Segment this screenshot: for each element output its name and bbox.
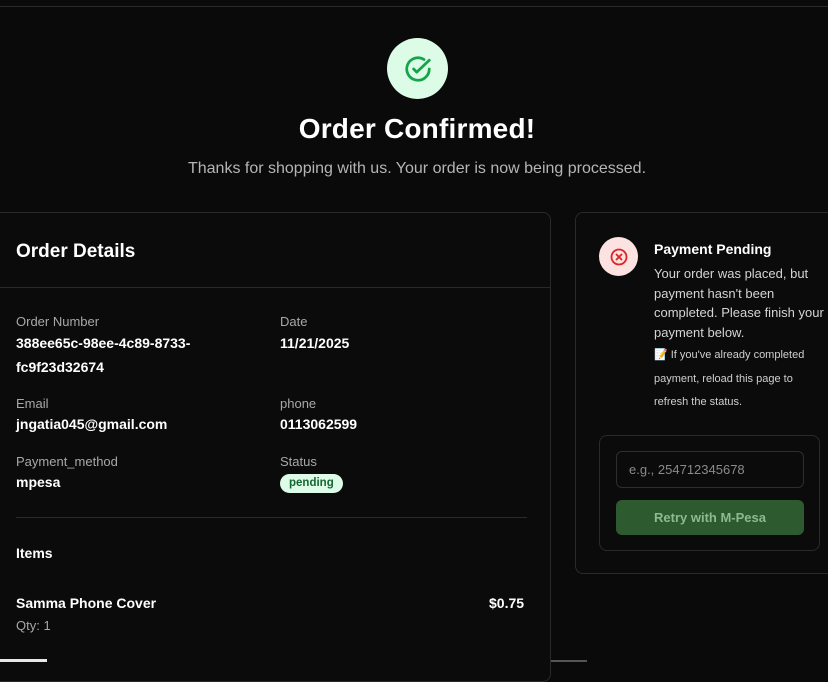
phone-value: 0113062599	[280, 416, 358, 432]
phone-label: phone	[280, 396, 317, 411]
order-number-value-line2: fc9f23d32674	[16, 359, 104, 375]
order-details-card: Order Details Order Number 388ee65c-98ee…	[0, 212, 551, 682]
email-label: Email	[16, 396, 49, 411]
date-label: Date	[280, 314, 308, 329]
order-details-title: Order Details	[16, 241, 136, 262]
payment-pending-card: Payment Pending Your order was placed, b…	[575, 212, 828, 574]
item-name: Samma Phone Cover	[16, 595, 157, 611]
payment-method-label: Payment_method	[16, 454, 118, 469]
status-badge: pending	[280, 474, 343, 493]
status-label: Status	[280, 454, 317, 469]
retry-mpesa-button[interactable]: Retry with M-Pesa	[616, 500, 804, 535]
payment-method-value: mpesa	[16, 474, 61, 490]
payment-message: Your order was placed, but payment hasn'…	[654, 266, 824, 340]
page-subtitle: Thanks for shopping with us. Your order …	[187, 160, 647, 177]
section-divider	[16, 517, 527, 518]
payment-title: Payment Pending	[654, 241, 772, 257]
retry-payment-form: Retry with M-Pesa	[599, 435, 820, 551]
check-circle-icon	[404, 55, 431, 82]
item-qty: Qty: 1	[16, 618, 51, 633]
mpesa-phone-input[interactable]	[616, 451, 804, 488]
order-number-value-line1: 388ee65c-98ee-4c89-8733-	[16, 335, 191, 351]
order-details-header: Order Details	[0, 213, 550, 288]
payment-error-badge	[599, 237, 638, 276]
page-title: Order Confirmed!	[298, 113, 536, 144]
email-value: jngatia045@gmail.com	[16, 416, 168, 432]
item-price: $0.75	[489, 595, 525, 611]
order-number-label: Order Number	[16, 314, 100, 329]
date-value: 11/21/2025	[280, 335, 350, 351]
success-badge	[387, 38, 448, 99]
payment-note: 📝 If you've already completed payment, r…	[654, 349, 805, 408]
top-divider	[0, 6, 828, 7]
items-title: Items	[16, 545, 53, 561]
x-circle-icon	[610, 248, 627, 265]
